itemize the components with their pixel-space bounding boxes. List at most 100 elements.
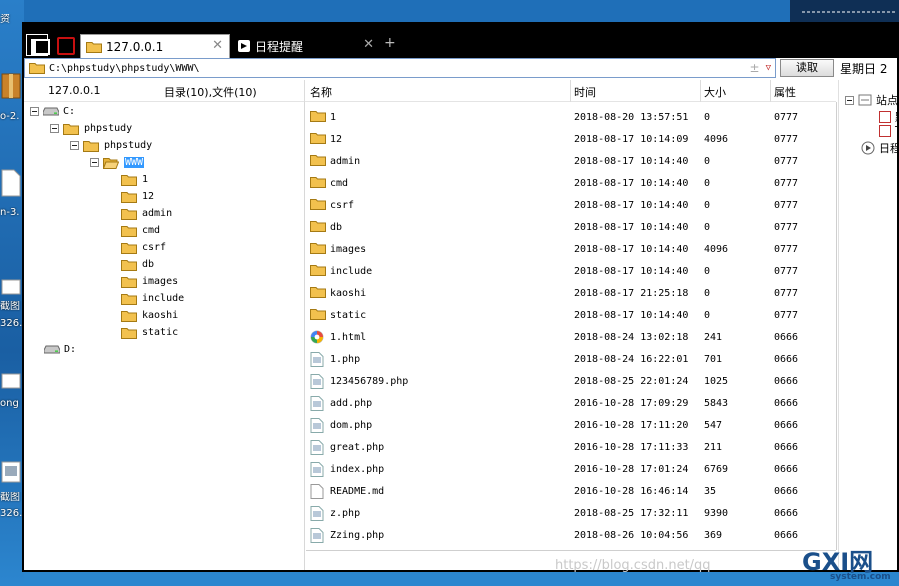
folder-icon (121, 293, 137, 305)
file-manager-window: 127.0.0.1 ✕ 日程提醒 ✕ + C:\phpstudy\phpstud… (22, 22, 899, 572)
folder-icon (310, 111, 326, 122)
file-attr: 0666 (774, 331, 799, 343)
column-attr[interactable]: 属性 (774, 84, 796, 100)
folder-icon (310, 265, 326, 276)
file-row[interactable]: 123456789.php 2018-08-25 22:01:24 1025 0666 (306, 370, 836, 392)
tree-label: C: (63, 106, 76, 117)
file-row[interactable]: csrf 2018-08-17 10:14:40 0 0777 (306, 194, 836, 216)
file-time: 2018-08-17 10:14:40 (574, 177, 689, 189)
collapse-icon[interactable] (845, 95, 854, 105)
pane-divider[interactable] (304, 102, 305, 570)
folder-icon (121, 276, 137, 288)
desktop-file-icon[interactable] (0, 372, 24, 400)
site-item[interactable]: T (879, 124, 899, 137)
collapse-icon[interactable] (70, 141, 79, 150)
address-path[interactable]: C:\phpstudy\phpstudy\WWW\ (49, 63, 750, 74)
file-name: kaoshi (330, 287, 367, 299)
file-row[interactable]: static 2018-08-17 10:14:40 0 0777 (306, 304, 836, 326)
tree-node-phpstudy-inner[interactable]: phpstudy (70, 137, 152, 154)
list-header: 127.0.0.1 目录(10),文件(10) 名称 时间 大小 属性 (24, 80, 836, 102)
file-row[interactable]: dom.php 2016-10-28 17:11:20 547 0666 (306, 414, 836, 436)
tree-node-drive-c[interactable]: C: (30, 103, 75, 120)
file-row[interactable]: kaoshi 2018-08-17 21:25:18 0 0777 (306, 282, 836, 304)
folder-icon (121, 310, 137, 322)
file-row[interactable]: 1.html 2018-08-24 13:02:18 241 0666 (306, 326, 836, 348)
file-name: 1.html (330, 331, 367, 343)
folder-icon (310, 155, 326, 166)
file-size: 0 (704, 265, 711, 277)
collapse-icon[interactable] (50, 124, 59, 133)
file-name: csrf (330, 199, 355, 211)
site-item[interactable]: 默 (879, 109, 899, 125)
tree-node-www[interactable]: WWW (90, 154, 145, 171)
tab-schedule[interactable]: 日程提醒 ✕ (232, 34, 380, 58)
tree-node-child[interactable]: 1 (121, 171, 148, 188)
file-time: 2018-08-17 10:14:40 (574, 221, 689, 233)
schedule-node[interactable]: 日程 (861, 140, 899, 156)
close-tab-icon[interactable]: ✕ (212, 39, 223, 53)
tree-node-child[interactable]: cmd (121, 222, 160, 239)
tab-file-manager[interactable]: 127.0.0.1 ✕ (80, 34, 230, 58)
collapse-icon[interactable] (90, 158, 99, 167)
file-row[interactable]: Zzing.php 2018-08-26 10:04:56 369 0666 (306, 524, 836, 546)
tree-label: 12 (142, 191, 155, 202)
file-row[interactable]: great.php 2016-10-28 17:11:33 211 0666 (306, 436, 836, 458)
plus-minus-icon[interactable]: ± (750, 61, 760, 75)
tree-node-drive-d[interactable]: D: (44, 341, 76, 358)
desktop-image-icon[interactable] (0, 460, 24, 488)
file-time: 2018-08-17 10:14:40 (574, 155, 689, 167)
file-row[interactable]: admin 2018-08-17 10:14:40 0 0777 (306, 150, 836, 172)
file-row[interactable]: add.php 2016-10-28 17:09:29 5843 0666 (306, 392, 836, 414)
read-button[interactable]: 读取 (780, 59, 834, 77)
tree-node-child[interactable]: images (121, 273, 178, 290)
column-size[interactable]: 大小 (704, 84, 726, 100)
close-tab-icon[interactable]: ✕ (363, 38, 374, 52)
add-tab-icon[interactable]: + (384, 35, 396, 51)
drive-icon (43, 107, 59, 116)
file-row[interactable]: cmd 2018-08-17 10:14:40 0 0777 (306, 172, 836, 194)
file-size: 241 (704, 331, 723, 343)
file-row[interactable]: z.php 2018-08-25 17:32:11 9390 0666 (306, 502, 836, 524)
file-row[interactable]: 1.php 2018-08-24 16:22:01 701 0666 (306, 348, 836, 370)
file-time: 2016-10-28 17:11:20 (574, 419, 689, 431)
php-file-icon (310, 352, 324, 367)
site-node[interactable]: 站点 (845, 92, 898, 108)
file-row[interactable]: include 2018-08-17 10:14:40 0 0777 (306, 260, 836, 282)
drive-icon (44, 345, 60, 354)
tree-node-child[interactable]: kaoshi (121, 307, 178, 324)
file-size: 0 (704, 309, 711, 321)
desktop-file-icon[interactable] (0, 168, 24, 197)
desktop-top-right-strip (790, 0, 899, 22)
file-row[interactable]: 12 2018-08-17 10:14:09 4096 0777 (306, 128, 836, 150)
file-row[interactable]: db 2018-08-17 10:14:40 0 0777 (306, 216, 836, 238)
tree-node-child[interactable]: 12 (121, 188, 154, 205)
file-time: 2018-08-24 16:22:01 (574, 353, 689, 365)
right-panel: 站点 默 T 日程 (838, 80, 899, 570)
file-attr: 0666 (774, 397, 799, 409)
folder-icon (121, 327, 137, 339)
file-row[interactable]: index.php 2016-10-28 17:01:24 6769 0666 (306, 458, 836, 480)
stop-icon[interactable] (54, 34, 76, 56)
column-name[interactable]: 名称 (310, 84, 332, 100)
collapse-icon[interactable] (30, 107, 39, 116)
folder-icon (83, 140, 99, 152)
tree-node-child[interactable]: include (121, 290, 184, 307)
tree-label: static (142, 327, 179, 338)
tree-node-phpstudy[interactable]: phpstudy (50, 120, 132, 137)
window-menu-icon[interactable] (26, 34, 50, 56)
column-time[interactable]: 时间 (574, 84, 596, 100)
file-row[interactable]: 1 2018-08-20 13:57:51 0 0777 (306, 106, 836, 128)
tree-node-child[interactable]: db (121, 256, 154, 273)
chevron-down-icon[interactable]: ▽ (766, 63, 771, 73)
file-row[interactable]: README.md 2016-10-28 16:46:14 35 0666 (306, 480, 836, 502)
desktop-archive-icon[interactable] (0, 72, 24, 100)
folder-icon (121, 225, 137, 237)
desktop-label: o-2. (0, 111, 20, 122)
schedule-icon (238, 40, 250, 52)
content-area: C:\phpstudy\phpstudy\WWW\ ± ▽ 读取 127.0.0… (24, 58, 899, 570)
tree-node-child[interactable]: admin (121, 205, 172, 222)
tree-node-child[interactable]: csrf (121, 239, 166, 256)
file-row[interactable]: images 2018-08-17 10:14:40 4096 0777 (306, 238, 836, 260)
tree-node-child[interactable]: static (121, 324, 178, 341)
address-bar[interactable]: C:\phpstudy\phpstudy\WWW\ ± ▽ (24, 58, 776, 78)
